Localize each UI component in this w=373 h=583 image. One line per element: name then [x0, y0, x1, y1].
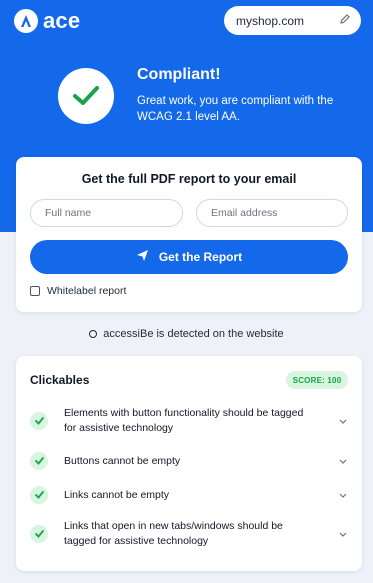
- get-report-button[interactable]: Get the Report: [30, 240, 348, 274]
- whitelabel-option[interactable]: Whitelabel report: [30, 285, 126, 297]
- status-title: Compliant!: [137, 66, 221, 83]
- check-icon: [30, 452, 48, 470]
- brand-name: ace: [43, 8, 81, 33]
- check-item[interactable]: Links that open in new tabs/windows shou…: [30, 519, 348, 549]
- report-card: Get the full PDF report to your email Fu…: [16, 157, 362, 312]
- check-item-label: Links that open in new tabs/windows shou…: [64, 520, 283, 547]
- whitelabel-checkbox[interactable]: [30, 286, 40, 296]
- check-item-label: Elements with button functionality shoul…: [64, 407, 304, 434]
- detected-text: accessiBe is detected on the website: [103, 328, 284, 340]
- full-name-placeholder: Full name: [45, 207, 92, 219]
- check-icon: [30, 412, 48, 430]
- check-item[interactable]: Links cannot be empty: [30, 485, 348, 505]
- chevron-down-icon[interactable]: [338, 529, 348, 539]
- pencil-icon[interactable]: [339, 12, 351, 30]
- ring-icon: [89, 330, 98, 338]
- chevron-down-icon[interactable]: [338, 490, 348, 500]
- whitelabel-label: Whitelabel report: [47, 285, 127, 297]
- check-item[interactable]: Buttons cannot be empty: [30, 451, 348, 471]
- domain-field[interactable]: myshop.com: [224, 6, 361, 35]
- check-item-label: Links cannot be empty: [64, 488, 170, 501]
- domain-text: myshop.com: [236, 13, 305, 28]
- score-badge: SCORE: 100: [286, 371, 348, 389]
- detected-note: accessiBe is detected on the website: [0, 328, 373, 340]
- chevron-down-icon[interactable]: [338, 416, 348, 426]
- email-address-input[interactable]: Email address: [196, 199, 348, 227]
- accessibe-a-icon: [14, 9, 38, 33]
- chevron-down-icon[interactable]: [338, 456, 348, 466]
- compliant-check-icon: [58, 68, 114, 124]
- clickables-card: Clickables SCORE: 100 Elements with butt…: [16, 356, 362, 571]
- email-placeholder: Email address: [211, 207, 278, 219]
- check-icon: [30, 525, 48, 543]
- report-heading: Get the full PDF report to your email: [81, 172, 297, 186]
- status-description: Great work, you are compliant with the W…: [137, 95, 334, 123]
- paper-plane-icon: [136, 249, 149, 265]
- check-item[interactable]: Elements with button functionality shoul…: [30, 406, 348, 436]
- check-item-label: Buttons cannot be empty: [64, 454, 181, 467]
- clickables-title: Clickables: [30, 373, 90, 387]
- brand-logo[interactable]: ace: [14, 8, 80, 34]
- get-report-label: Get the Report: [158, 250, 243, 264]
- full-name-input[interactable]: Full name: [30, 199, 183, 227]
- check-icon: [30, 486, 48, 504]
